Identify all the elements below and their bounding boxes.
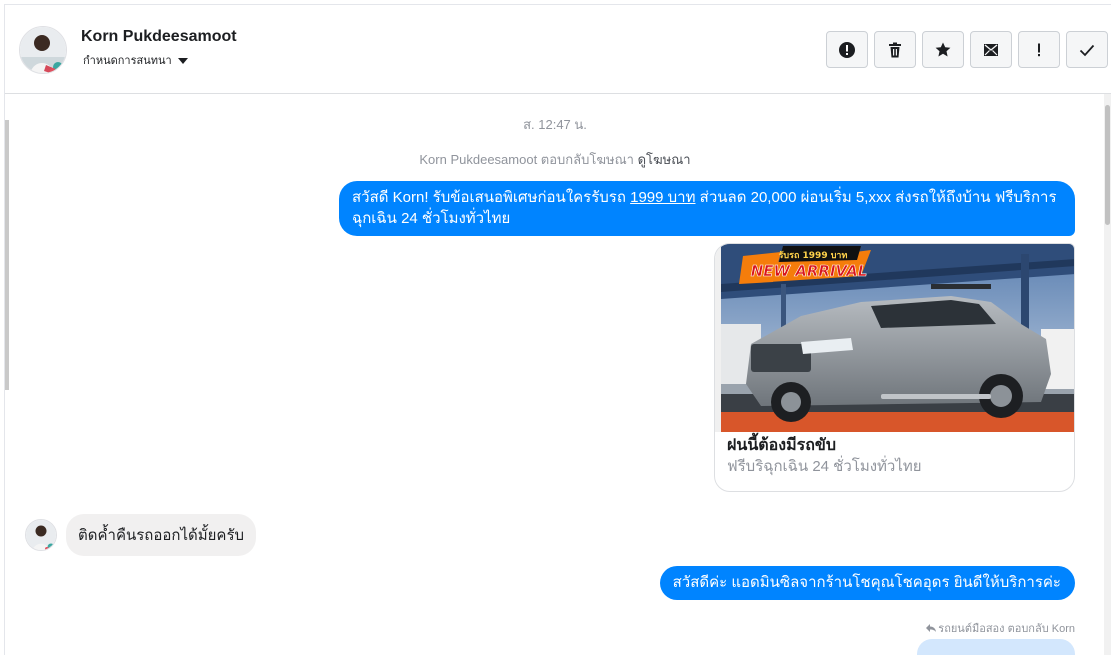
view-ad-link[interactable]: ดูโฆษณา (638, 152, 691, 167)
incoming-message[interactable]: ติดค้ำคืนรถออกได้มั้ยครับ (66, 514, 257, 556)
sender-avatar[interactable] (25, 519, 57, 551)
incoming-message-row: ติดค้ำคืนรถออกได้มั้ยครับ (25, 514, 257, 556)
ad-card[interactable]: รับรถ 1999 บาท NEW ARRIVAL ฝนนี้ต้องมีรถ… (714, 243, 1075, 492)
check-icon (1079, 44, 1095, 56)
conversation-toolbar (826, 31, 1108, 68)
exclamation-icon (1038, 43, 1040, 56)
car-photo: รับรถ 1999 บาท NEW ARRIVAL (721, 244, 1074, 432)
card-badge-top: รับรถ 1999 บาท (779, 250, 848, 261)
mark-spam-button[interactable] (826, 31, 868, 68)
ad-reply-note: Korn Pukdeesamoot ตอบกลับโฆษณา ดูโฆษณา (5, 149, 1105, 170)
follow-up-button[interactable] (1018, 31, 1060, 68)
assign-conversation-dropdown[interactable]: กำหนดการสนทนา (83, 51, 188, 69)
conversation-panel: Korn Pukdeesamoot กำหนดการสนทนา ส. 12:47… (4, 4, 1111, 655)
envelope-icon (984, 43, 998, 56)
assign-label: กำหนดการสนทนา (83, 55, 172, 67)
message-timestamp: ส. 12:47 น. (523, 117, 587, 132)
scrollbar-thumb[interactable] (1105, 105, 1110, 225)
contact-avatar[interactable] (19, 26, 67, 74)
contact-name[interactable]: Korn Pukdeesamoot (81, 28, 237, 46)
chevron-down-icon (177, 57, 188, 64)
star-icon (935, 42, 951, 56)
reply-arrow-icon (926, 624, 937, 632)
outgoing-message-partial[interactable] (917, 639, 1075, 655)
card-badge-main: NEW ARRIVAL (751, 262, 868, 280)
reply-attribution-text: รถยนต์มือสอง ตอบกลับ Korn (938, 623, 1075, 635)
mark-unread-button[interactable] (970, 31, 1012, 68)
outgoing-message[interactable]: สวัสดี Korn! รับข้อเสนอพิเศษก่อนใครรับรถ… (339, 181, 1075, 236)
conversation-header: Korn Pukdeesamoot กำหนดการสนทนา (5, 5, 1111, 94)
message-thread: ส. 12:47 น. Korn Pukdeesamoot ตอบกลับโฆษ… (5, 94, 1105, 655)
star-button[interactable] (922, 31, 964, 68)
outgoing-message[interactable]: สวัสดีค่ะ แอดมินซิลจากร้านโชคุณโชคอุดร ย… (659, 566, 1075, 600)
ad-reply-text: Korn Pukdeesamoot ตอบกลับโฆษณา (419, 152, 634, 167)
mark-done-button[interactable] (1066, 31, 1108, 68)
card-subtitle: ฟรีบริฉุกเฉิน 24 ชั่วโมงทั่วไทย (727, 458, 922, 475)
trash-icon (889, 42, 901, 57)
alert-circle-icon (839, 41, 855, 58)
message-text: สวัสดี Korn! รับข้อเสนอพิเศษก่อนใครรับรถ (352, 189, 631, 206)
delete-button[interactable] (874, 31, 916, 68)
reply-attribution: รถยนต์มือสอง ตอบกลับ Korn (926, 619, 1075, 637)
price-link[interactable]: 1999 บาท (630, 189, 695, 206)
